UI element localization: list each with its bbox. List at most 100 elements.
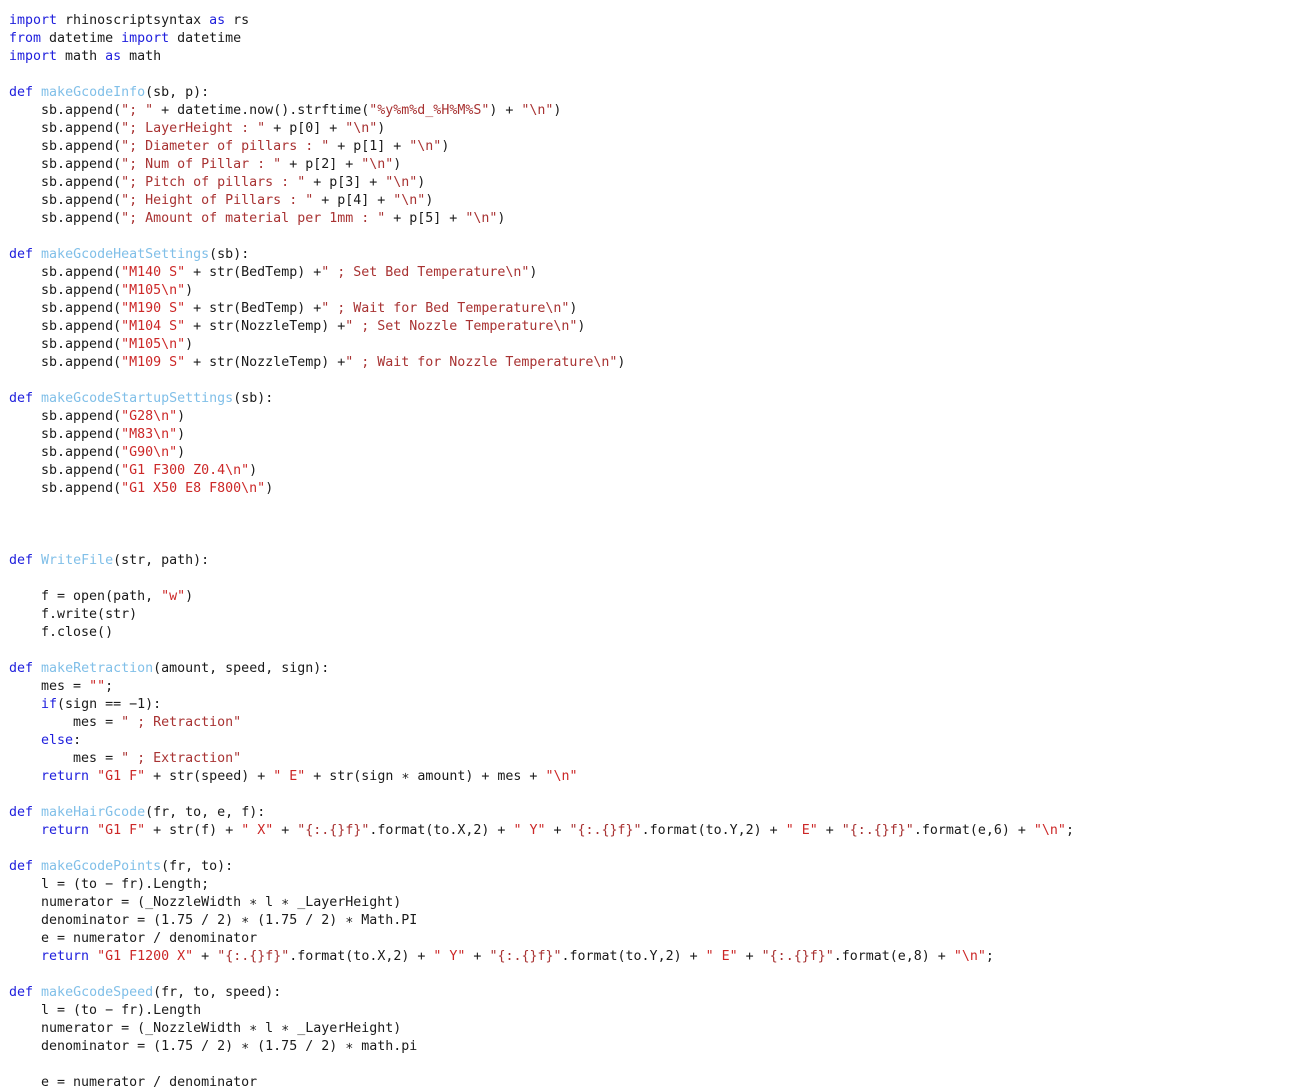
code-line[interactable]: e = numerator / denominator [0, 930, 1312, 948]
code-token-str: " ; Wait for Bed Temperature\n" [321, 301, 570, 316]
code-line[interactable]: sb.append("G28\n") [0, 408, 1312, 426]
code-token-plain: ) + [489, 103, 522, 118]
code-token-plain: sb.append( [9, 427, 122, 442]
code-line[interactable]: mes = " ; Retraction" [0, 714, 1312, 732]
code-line[interactable]: numerator = (_NozzleWidth ∗ l ∗ _LayerHe… [0, 894, 1312, 912]
code-token-strbr: "G1 F" [97, 823, 146, 838]
code-line[interactable] [0, 66, 1312, 84]
code-line[interactable]: sb.append("G1 F300 Z0.4\n") [0, 462, 1312, 480]
code-line[interactable]: sb.append("M109 S" + str(NozzleTemp) +" … [0, 354, 1312, 372]
code-line[interactable]: def WriteFile(str, path): [0, 552, 1312, 570]
code-token-plain: (sb): [209, 247, 250, 262]
code-token-strbr: " Y" [433, 949, 466, 964]
code-token-str: "; " [121, 103, 154, 118]
code-token-plain: + datetime.now().strftime( [153, 103, 370, 118]
code-line[interactable]: l = (to − fr).Length [0, 1002, 1312, 1020]
code-token-fn: makeHairGcode [41, 805, 146, 820]
code-line[interactable] [0, 840, 1312, 858]
code-line[interactable]: sb.append("G90\n") [0, 444, 1312, 462]
code-token-plain: sb.append( [9, 409, 122, 424]
code-line[interactable] [0, 372, 1312, 390]
code-line[interactable]: import math as math [0, 48, 1312, 66]
code-line[interactable]: def makeGcodeInfo(sb, p): [0, 84, 1312, 102]
code-line[interactable]: from datetime import datetime [0, 30, 1312, 48]
code-line[interactable]: sb.append("G1 X50 E8 F800\n") [0, 480, 1312, 498]
code-line[interactable]: if(sign == −1): [0, 696, 1312, 714]
code-token-plain: mes = [9, 679, 90, 694]
code-line[interactable]: mes = " ; Extraction" [0, 750, 1312, 768]
code-line[interactable]: sb.append("M105\n") [0, 282, 1312, 300]
code-line[interactable]: def makeRetraction(amount, speed, sign): [0, 660, 1312, 678]
code-line[interactable]: denominator = (1.75 / 2) ∗ (1.75 / 2) ∗ … [0, 912, 1312, 930]
code-line[interactable]: sb.append("; LayerHeight : " + p[0] + "\… [0, 120, 1312, 138]
code-token-plain: ) [417, 175, 426, 190]
code-line[interactable]: l = (to − fr).Length; [0, 876, 1312, 894]
code-line[interactable]: def makeGcodeHeatSettings(sb): [0, 246, 1312, 264]
code-token-strbr: "G1 X50 E8 F800\n" [121, 481, 266, 496]
code-line[interactable]: e = numerator / denominator [0, 1074, 1312, 1092]
code-line[interactable]: sb.append("; " + datetime.now().strftime… [0, 102, 1312, 120]
code-line[interactable]: def makeGcodeSpeed(fr, to, speed): [0, 984, 1312, 1002]
code-line[interactable] [0, 498, 1312, 516]
code-line[interactable]: sb.append("M105\n") [0, 336, 1312, 354]
code-token-plain: f.close() [9, 625, 114, 640]
code-line[interactable]: return "G1 F" + str(f) + " X" + "{:.{}f}… [0, 822, 1312, 840]
code-line[interactable] [0, 642, 1312, 660]
code-line[interactable] [0, 1056, 1312, 1074]
code-token-str: "%y%m%d_%H%M%S" [369, 103, 490, 118]
code-line[interactable] [0, 966, 1312, 984]
code-line[interactable]: sb.append("M104 S" + str(NozzleTemp) +" … [0, 318, 1312, 336]
code-line[interactable] [0, 786, 1312, 804]
code-token-str: "{:.{}f}" [761, 949, 834, 964]
code-token-strbr: "M105\n" [121, 337, 186, 352]
code-line[interactable]: else: [0, 732, 1312, 750]
code-line[interactable]: def makeGcodeStartupSettings(sb): [0, 390, 1312, 408]
code-token-str: "; Pitch of pillars : " [121, 175, 306, 190]
code-token-plain: + [545, 823, 570, 838]
code-token-plain: + str(NozzleTemp) + [185, 355, 346, 370]
code-line[interactable]: sb.append("M140 S" + str(BedTemp) +" ; S… [0, 264, 1312, 282]
code-token-plain: ) [393, 157, 402, 172]
code-token-plain: rhinoscriptsyntax [57, 13, 210, 28]
code-line[interactable]: denominator = (1.75 / 2) ∗ (1.75 / 2) ∗ … [0, 1038, 1312, 1056]
code-token-str: "; Height of Pillars : " [121, 193, 314, 208]
code-line[interactable]: return "G1 F" + str(speed) + " E" + str(… [0, 768, 1312, 786]
code-line[interactable]: sb.append("; Num of Pillar : " + p[2] + … [0, 156, 1312, 174]
code-line[interactable]: def makeHairGcode(fr, to, e, f): [0, 804, 1312, 822]
code-token-kw: import [9, 13, 58, 28]
code-line[interactable]: f = open(path, "w") [0, 588, 1312, 606]
code-line[interactable]: sb.append("M190 S" + str(BedTemp) +" ; W… [0, 300, 1312, 318]
code-token-plain: l = (to − fr).Length [9, 1003, 202, 1018]
code-token-str: "; Diameter of pillars : " [121, 139, 330, 154]
code-line[interactable]: sb.append("; Amount of material per 1mm … [0, 210, 1312, 228]
code-token-str: "{:.{}f}" [297, 823, 370, 838]
code-token-strbr: "\n" [1033, 823, 1066, 838]
code-line[interactable]: sb.append("; Height of Pillars : " + p[4… [0, 192, 1312, 210]
code-token-str: " ; Wait for Nozzle Temperature\n" [345, 355, 618, 370]
code-line[interactable]: sb.append("M83\n") [0, 426, 1312, 444]
code-token-str: "; Amount of material per 1mm : " [121, 211, 386, 226]
code-line[interactable]: sb.append("; Pitch of pillars : " + p[3]… [0, 174, 1312, 192]
code-line[interactable]: sb.append("; Diameter of pillars : " + p… [0, 138, 1312, 156]
code-line[interactable] [0, 228, 1312, 246]
code-line[interactable]: f.close() [0, 624, 1312, 642]
code-line[interactable] [0, 534, 1312, 552]
code-token-plain: sb.append( [9, 139, 122, 154]
code-line[interactable] [0, 516, 1312, 534]
code-line[interactable]: numerator = (_NozzleWidth ∗ l ∗ _LayerHe… [0, 1020, 1312, 1038]
code-token-plain: ; [1065, 823, 1074, 838]
code-token-plain: ) [185, 283, 194, 298]
code-line[interactable]: def makeGcodePoints(fr, to): [0, 858, 1312, 876]
code-line[interactable]: mes = ""; [0, 678, 1312, 696]
code-line[interactable]: return "G1 F1200 X" + "{:.{}f}".format(t… [0, 948, 1312, 966]
code-token-plain: .format(to.X,2) + [289, 949, 434, 964]
code-token-plain: (sb, p): [145, 85, 210, 100]
code-token-plain: sb.append( [9, 103, 122, 118]
code-line[interactable] [0, 570, 1312, 588]
code-line[interactable]: import rhinoscriptsyntax as rs [0, 12, 1312, 30]
code-line[interactable]: f.write(str) [0, 606, 1312, 624]
code-content-area[interactable]: import rhinoscriptsyntax as rs from datet… [0, 12, 1312, 1092]
code-editor[interactable]: import rhinoscriptsyntax as rs from datet… [0, 0, 1312, 1090]
